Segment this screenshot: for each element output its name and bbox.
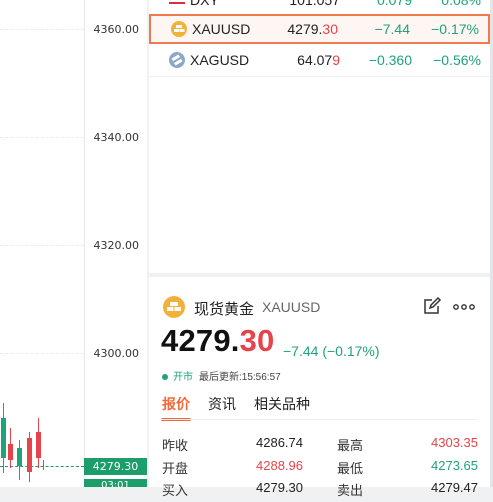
watchlist-row-dxy[interactable]: DXY 101.057 0.079 0.08% <box>149 0 490 15</box>
candle-wick <box>43 460 44 470</box>
quote-value: 4279.30 <box>256 480 303 495</box>
quote-row: 开盘 4288.96 最低 4273.65 <box>149 458 490 480</box>
symbol-detail-panel: 现货黄金 XAUUSD 4279.30 −7.44 (−0.17%) 开市 最后更… <box>149 277 490 498</box>
chart-plot-area[interactable] <box>0 0 85 487</box>
price-change: −7.44 (−0.17%) <box>283 343 380 359</box>
row-divider <box>149 76 490 77</box>
price-value: 4279.30 <box>287 21 338 37</box>
candle-body <box>1 418 6 458</box>
change-value: −0.360 <box>368 52 412 68</box>
symbol-label: DXY <box>190 0 219 8</box>
quote-label: 开盘 <box>162 461 189 476</box>
symbol-label: XAUUSD <box>192 21 251 37</box>
right-panel: DXY 101.057 0.079 0.08% XAUUSD 4279.30 −… <box>149 0 490 498</box>
tab-related[interactable]: 相关品种 <box>254 394 310 414</box>
quote-value: 4279.47 <box>431 480 478 495</box>
countdown-tag: 03:01 <box>84 479 147 487</box>
us-flag-icon <box>169 0 185 8</box>
grid-line <box>0 29 84 30</box>
market-status: 开市 最后更新:15:56:57 <box>162 368 281 383</box>
y-axis-tick: 4320.00 <box>93 239 140 252</box>
watchlist-row-xagusd[interactable]: XAGUSD 64.079 −0.360 −0.56% <box>149 45 490 75</box>
watchlist-row-xauusd[interactable]: XAUUSD 4279.30 −7.44 −0.17% <box>149 14 490 44</box>
candle-body <box>36 432 41 458</box>
silver-bar-icon <box>169 52 185 68</box>
y-axis-tick: 4340.00 <box>93 131 140 144</box>
tab-news[interactable]: 资讯 <box>208 394 236 414</box>
quote-value: 4288.96 <box>256 458 303 473</box>
quote-label: 最低 <box>337 461 364 476</box>
percent-value: −0.17% <box>431 21 479 37</box>
symbol-label: XAGUSD <box>190 52 250 68</box>
tabs-divider <box>161 419 478 420</box>
last-update-time: 最后更新:15:56:57 <box>199 372 281 383</box>
current-price: 4279.30 <box>161 323 275 358</box>
gold-bar-icon <box>163 296 185 318</box>
grid-line <box>0 353 84 354</box>
candle-body <box>17 448 22 466</box>
price-value: 64.079 <box>297 52 340 68</box>
gold-bar-icon <box>171 21 187 37</box>
quote-value: 4286.74 <box>256 435 303 450</box>
quote-value: 4303.35 <box>431 435 478 450</box>
quote-value: 4273.65 <box>431 458 478 473</box>
candle-body <box>8 444 13 460</box>
watchlist: DXY 101.057 0.079 0.08% XAUUSD 4279.30 −… <box>149 0 490 273</box>
grid-line <box>0 245 84 246</box>
instrument-name: 现货黄金 <box>194 301 255 318</box>
change-value: −7.44 <box>374 21 410 37</box>
candle-body <box>27 438 32 472</box>
edit-icon[interactable] <box>422 296 442 316</box>
quote-row: 昨收 4286.74 最高 4303.35 <box>149 435 490 457</box>
detail-tabs: 报价 资讯 相关品种 <box>149 390 490 421</box>
price-chart[interactable]: 4360.00 4340.00 4320.00 4300.00 4279.30 … <box>0 0 147 487</box>
quote-row: 买入 4279.30 卖出 4279.47 <box>149 480 490 502</box>
y-axis-tick: 4360.00 <box>93 23 140 36</box>
y-axis-tick: 4300.00 <box>93 347 140 360</box>
quote-label: 买入 <box>162 483 189 498</box>
status-dot-icon <box>162 374 168 381</box>
quote-label: 最高 <box>337 438 364 453</box>
more-options-icon[interactable] <box>453 299 477 313</box>
quote-label: 昨收 <box>162 438 189 453</box>
percent-value: 0.08% <box>441 0 481 8</box>
price-value: 101.057 <box>289 0 340 8</box>
current-price-tag: 4279.30 <box>84 458 147 475</box>
quote-label: 卖出 <box>337 483 364 498</box>
percent-value: −0.56% <box>433 52 481 68</box>
change-value: 0.079 <box>376 0 412 8</box>
tab-quote[interactable]: 报价 <box>162 394 190 414</box>
last-price-line <box>0 466 84 467</box>
instrument-code: XAUUSD <box>262 299 321 315</box>
grid-line <box>0 137 84 138</box>
